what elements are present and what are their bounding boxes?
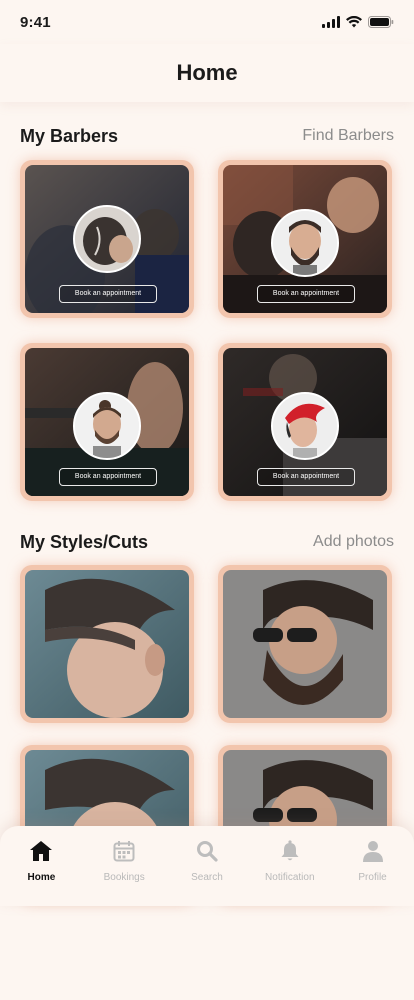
barber-photo: Book an appointment <box>25 165 189 313</box>
battery-icon <box>368 16 394 28</box>
search-icon <box>194 838 220 864</box>
barber-card[interactable]: Book an appointment <box>218 160 392 318</box>
bottom-tab-bar: Home Bookings Search Notification Profil… <box>0 826 414 906</box>
status-icons <box>322 16 394 28</box>
barbers-section-header: My Barbers Find Barbers <box>20 124 394 148</box>
styles-section-title: My Styles/Cuts <box>20 531 149 552</box>
bell-icon <box>277 838 303 864</box>
barber-photo: Book an appointment <box>223 348 387 496</box>
tab-home-label: Home <box>27 872 56 883</box>
style-photo <box>223 570 387 718</box>
barber-avatar <box>271 392 339 460</box>
tab-notification-label: Notification <box>265 872 315 883</box>
style-card[interactable] <box>218 565 392 723</box>
tab-notification[interactable]: Notification <box>250 838 330 883</box>
barber-photo: Book an appointment <box>25 348 189 496</box>
book-appointment-button[interactable]: Book an appointment <box>59 285 157 303</box>
book-appointment-button[interactable]: Book an appointment <box>59 468 157 486</box>
book-appointment-button[interactable]: Book an appointment <box>257 285 355 303</box>
signal-icon <box>322 16 340 28</box>
haircut-photo <box>25 570 189 718</box>
status-time: 9:41 <box>20 13 51 31</box>
add-photos-link[interactable]: Add photos <box>313 533 394 551</box>
style-card[interactable] <box>20 565 194 723</box>
barber-card[interactable]: Book an appointment <box>20 160 194 318</box>
barber-avatar <box>73 392 141 460</box>
barbers-section-title: My Barbers <box>20 125 119 146</box>
tab-profile-label: Profile <box>358 872 387 883</box>
tab-bookings[interactable]: Bookings <box>84 838 164 883</box>
book-appointment-button[interactable]: Book an appointment <box>257 468 355 486</box>
tab-search-label: Search <box>191 872 223 883</box>
styles-section-header: My Styles/Cuts Add photos <box>20 530 394 554</box>
person-icon <box>360 838 386 864</box>
barber-card[interactable]: Book an appointment <box>218 343 392 501</box>
status-bar: 9:41 <box>0 0 414 44</box>
home-icon <box>28 838 54 864</box>
calendar-icon <box>111 838 137 864</box>
tab-search[interactable]: Search <box>167 838 247 883</box>
page-title: Home <box>176 60 238 85</box>
find-barbers-link[interactable]: Find Barbers <box>302 127 394 145</box>
barber-avatar <box>73 205 141 273</box>
barber-photo: Book an appointment <box>223 165 387 313</box>
barber-avatar <box>271 209 339 277</box>
haircut-photo <box>223 570 387 718</box>
tab-bookings-label: Bookings <box>103 872 145 883</box>
barber-card[interactable]: Book an appointment <box>20 343 194 501</box>
wifi-icon <box>346 16 362 28</box>
tab-home[interactable]: Home <box>1 838 81 883</box>
header: Home <box>0 44 414 102</box>
style-photo <box>25 570 189 718</box>
tab-profile[interactable]: Profile <box>333 838 413 883</box>
